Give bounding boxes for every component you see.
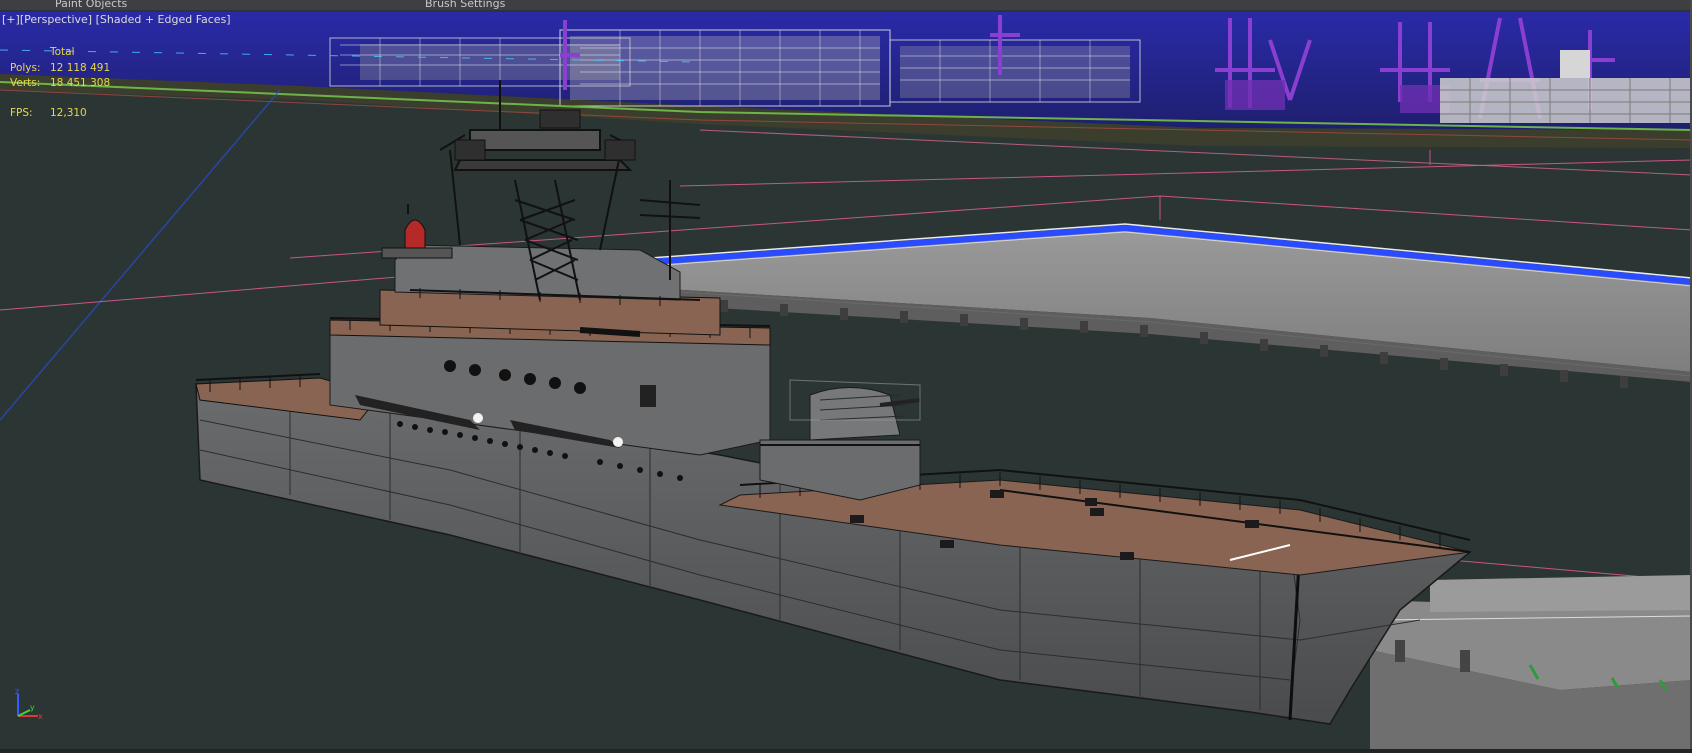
viewport-general-menu[interactable]: [+] bbox=[2, 13, 20, 26]
near-pier bbox=[1370, 575, 1692, 753]
viewport-point-of-view-menu[interactable]: [Perspective] bbox=[20, 13, 92, 26]
viewport-label: [+][Perspective] [Shaded + Edged Faces] bbox=[2, 13, 231, 26]
menu-paint-objects[interactable]: Paint Objects bbox=[55, 0, 127, 10]
axis-tripod-icon: z x y bbox=[15, 687, 43, 721]
viewport-bottom-border bbox=[0, 749, 1692, 753]
polys-label: Polys: bbox=[10, 61, 41, 74]
viewport-shading-menu[interactable]: [Shaded + Edged Faces] bbox=[96, 13, 231, 26]
axis-z-label: z bbox=[15, 687, 19, 696]
menu-brush-settings[interactable]: Brush Settings bbox=[425, 0, 505, 10]
fps-value: 12,310 bbox=[50, 106, 87, 119]
fps-label: FPS: bbox=[10, 106, 33, 119]
polys-value: 12 118 491 bbox=[50, 61, 111, 74]
axis-y-label: y bbox=[30, 703, 35, 712]
verts-label: Verts: bbox=[10, 77, 41, 89]
perspective-viewport[interactable]: Paint Objects Brush Settings [+][Perspec… bbox=[0, 0, 1692, 753]
axis-x-label: x bbox=[38, 712, 43, 721]
top-toolbar-strip: Paint Objects Brush Settings bbox=[0, 0, 1692, 10]
stats-header: Total bbox=[50, 46, 75, 58]
verts-value: 18 451 308 bbox=[50, 77, 111, 89]
scene-render[interactable] bbox=[0, 0, 1692, 753]
